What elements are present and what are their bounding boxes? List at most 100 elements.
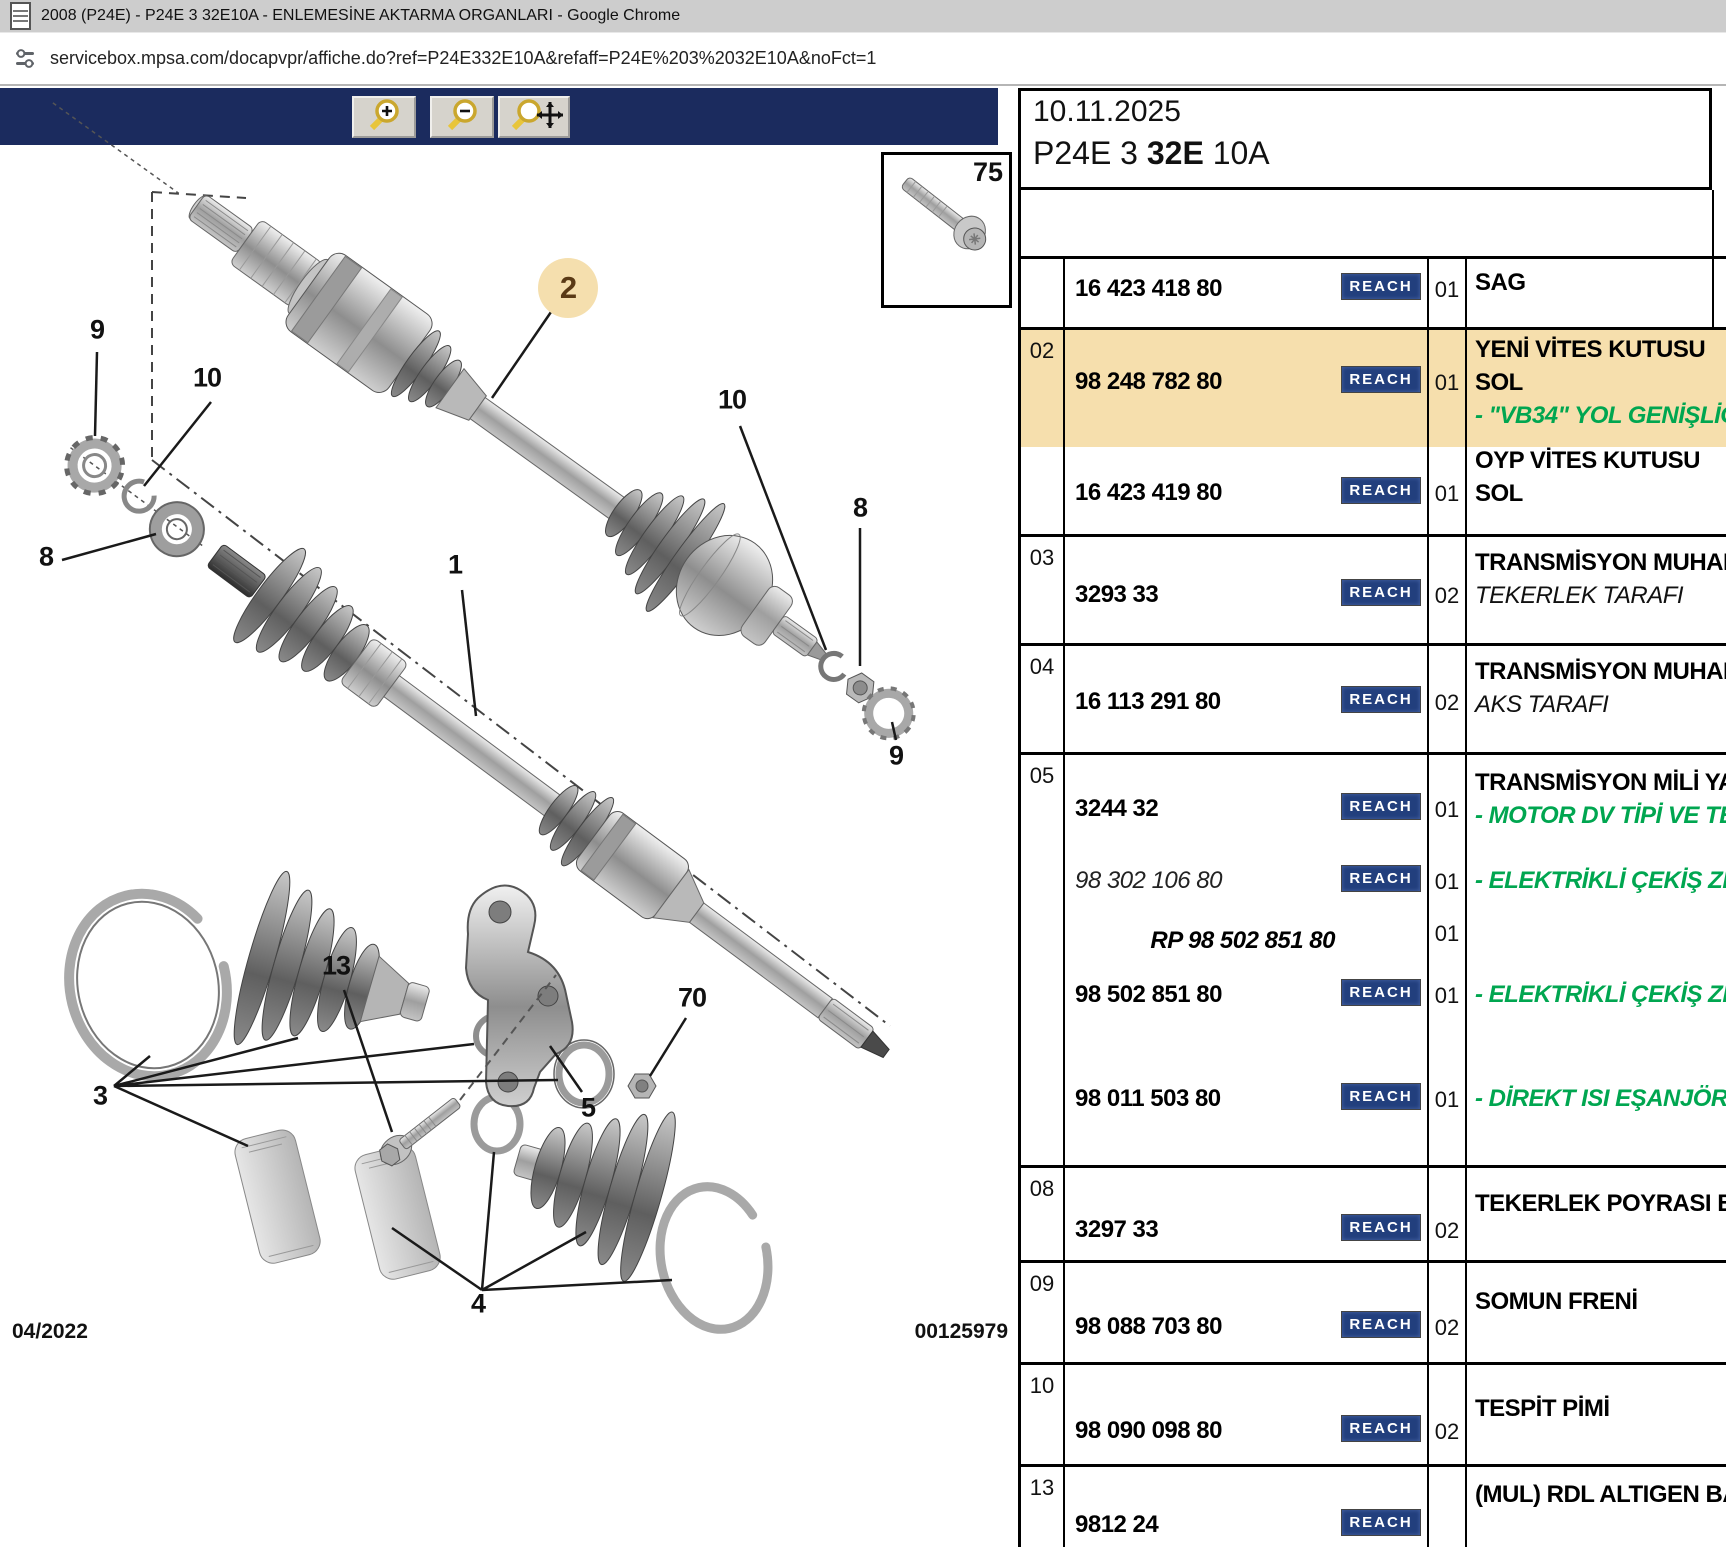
table-row-group[interactable]: 0998 088 703 80REACH02SOMUN FRENİ [1021,1260,1726,1362]
table-row-group[interactable]: 03 3293 33 REACH 02 TRANSMİSYON MUHAF TEKERLE… [1021,534,1726,643]
part-number-cell[interactable]: RP 98 502 851 80 [1065,919,1429,961]
description-line: - DİREKT ISI EŞANJÖRL [1475,1085,1726,1113]
reach-badge[interactable]: REACH [1341,579,1421,606]
quantity-cell: 01 [1429,447,1467,534]
callout-8: 8 [39,542,53,573]
quantity-value: 01 [1429,983,1465,1009]
part-number[interactable]: 98 248 782 80 [1075,368,1222,396]
reach-badge[interactable]: REACH [1341,1415,1421,1442]
part-number[interactable]: 98 011 503 80 [1075,1085,1221,1113]
part-number[interactable]: 98 088 703 80 [1075,1313,1222,1341]
part-number[interactable]: 16 423 419 80 [1075,479,1222,507]
part-number-cell[interactable]: 98 011 503 80 REACH [1065,1057,1429,1165]
description-line: AKS TARAFI [1475,691,1608,719]
reach-badge[interactable]: REACH [1341,979,1421,1006]
part-number-cell[interactable]: 98 248 782 80 REACH [1065,330,1429,447]
item-number-cell: 03 [1021,537,1065,643]
table-row-group[interactable]: 0298 248 782 80REACH01YENİ VİTES KUTUSUS… [1021,327,1726,534]
reach-badge[interactable]: REACH [1341,366,1421,393]
inset-box-75: 75 [881,152,1012,308]
driveshaft-illustration [0,0,1012,1536]
reach-badge[interactable]: REACH [1341,477,1421,504]
boot-clamp-large-left [50,877,246,1093]
bracket-bolt [374,1092,466,1172]
table-row-group[interactable]: 083297 33REACH02TEKERLEK POYRASI BO [1021,1165,1726,1260]
quantity-value: 01 [1429,481,1465,507]
part-number[interactable]: 16 423 418 80 [1075,275,1222,303]
table-row-group[interactable]: 16 423 418 80 REACH 01 SAG [1021,256,1726,327]
part-number[interactable]: 98 502 851 80 [1075,981,1222,1009]
item-number-cell: 10 [1021,1365,1065,1464]
parts-table: 16 423 418 80 REACH 01 SAG 02 98 248 782 80 RE… [1018,256,1726,1547]
description-cell: - ELEKTRİKLİ ÇEKİŞ Zİ [1467,961,1726,1057]
item-number-cell: 13 [1021,1467,1065,1547]
part-number-cell[interactable]: 3244 32 REACH [1065,755,1429,855]
part-number[interactable]: 16 113 291 80 [1075,688,1221,716]
description-line: SOL [1475,480,1523,508]
part-number[interactable]: 3244 32 [1075,795,1158,823]
part-number-cell[interactable]: 98 502 851 80 REACH [1065,961,1429,1057]
bracket-nut [628,1074,656,1098]
quantity-cell: 01 [1429,755,1467,855]
reach-badge[interactable]: REACH [1341,273,1421,300]
reach-badge[interactable]: REACH [1341,1311,1421,1338]
table-row-group[interactable]: 139812 24REACH(MUL) RDL ALTIGEN BA [1021,1464,1726,1547]
callout-1: 1 [448,550,462,581]
quantity-value: 01 [1429,921,1465,947]
quantity-cell: 01 [1429,1057,1467,1165]
part-number[interactable]: 3293 33 [1075,581,1158,609]
callout-9: 9 [889,741,903,772]
description-line: SAG [1475,269,1526,297]
diagram-number: 00125979 [806,1320,1008,1344]
quantity-cell: 01 [1429,919,1467,961]
description-cell: YENİ VİTES KUTUSUSOL- "VB34" YOL GENİŞLİ… [1467,330,1726,447]
description-cell: OYP VİTES KUTUSUSOL [1467,447,1726,534]
description-cell: TRANSMİSYON MUHAF TEKERLEK TARAFI [1467,537,1726,643]
part-number-cell[interactable]: 98 090 098 80 REACH [1065,1365,1429,1464]
description-cell: TRANSMİSYON MİLİ YA- MOTOR DV TİPİ VE TE [1467,755,1726,855]
reach-badge[interactable]: REACH [1341,1509,1421,1536]
quantity-value: 02 [1429,583,1465,609]
part-number-cell[interactable]: 3293 33 REACH [1065,537,1429,643]
description-line: SOL [1475,369,1523,397]
quantity-value: 01 [1429,869,1465,895]
reach-badge[interactable]: REACH [1341,1083,1421,1110]
reach-badge[interactable]: REACH [1341,1214,1421,1241]
quantity-cell: 01 [1429,961,1467,1057]
part-number[interactable]: 3297 33 [1075,1216,1158,1244]
quantity-cell: 02 [1429,1168,1467,1260]
part-number-cell[interactable]: 16 423 419 80 REACH [1065,447,1429,534]
part-number-cell[interactable]: 3297 33 REACH [1065,1168,1429,1260]
description-cell: - ELEKTRİKLİ ÇEKİŞ Zİ [1467,855,1726,919]
grease-pack-1 [232,1127,323,1266]
part-number[interactable]: 98 302 106 80 [1075,867,1222,895]
description-line: TEKERLEK TARAFI [1475,582,1683,610]
quantity-cell: 02 [1429,537,1467,643]
exploded-diagram: 75 04/2022 00125979 91082101891370534 [0,0,1012,1536]
description-cell: SAG [1467,259,1726,327]
circlip-left [118,475,160,517]
callout-9: 9 [90,315,104,346]
table-row-group[interactable]: 0416 113 291 80REACH02TRANSMİSYON MUHAFA… [1021,643,1726,752]
part-number-cell[interactable]: 16 423 418 80 REACH [1065,259,1429,327]
part-number-cell[interactable]: 98 088 703 80 REACH [1065,1263,1429,1362]
part-number-cell[interactable]: 16 113 291 80 REACH [1065,646,1429,752]
quantity-value: 02 [1429,1419,1465,1445]
description-line: - ELEKTRİKLİ ÇEKİŞ Zİ [1475,981,1726,1009]
part-number[interactable]: RP 98 502 851 80 [1150,927,1335,955]
part-number-cell[interactable]: 98 302 106 80 REACH [1065,855,1429,919]
quantity-value: 01 [1429,797,1465,823]
description-cell: TESPİT PİMİ [1467,1365,1726,1464]
part-number-cell[interactable]: 9812 24 REACH [1065,1467,1429,1547]
quantity-value: 01 [1429,277,1465,303]
description-line: TRANSMİSYON MUHAF [1475,549,1726,577]
table-row-group[interactable]: 10 98 090 098 80 REACH 02TESPİT PİMİ [1021,1362,1726,1464]
callout-3: 3 [93,1081,107,1112]
part-number[interactable]: 98 090 098 80 [1075,1417,1222,1445]
reach-badge[interactable]: REACH [1341,686,1421,713]
quantity-cell: 01 [1429,330,1467,447]
part-number[interactable]: 9812 24 [1075,1511,1158,1539]
table-row-group[interactable]: 053244 32REACH01TRANSMİSYON MİLİ YA- MOT… [1021,752,1726,1165]
reach-badge[interactable]: REACH [1341,865,1421,892]
reach-badge[interactable]: REACH [1341,793,1421,820]
